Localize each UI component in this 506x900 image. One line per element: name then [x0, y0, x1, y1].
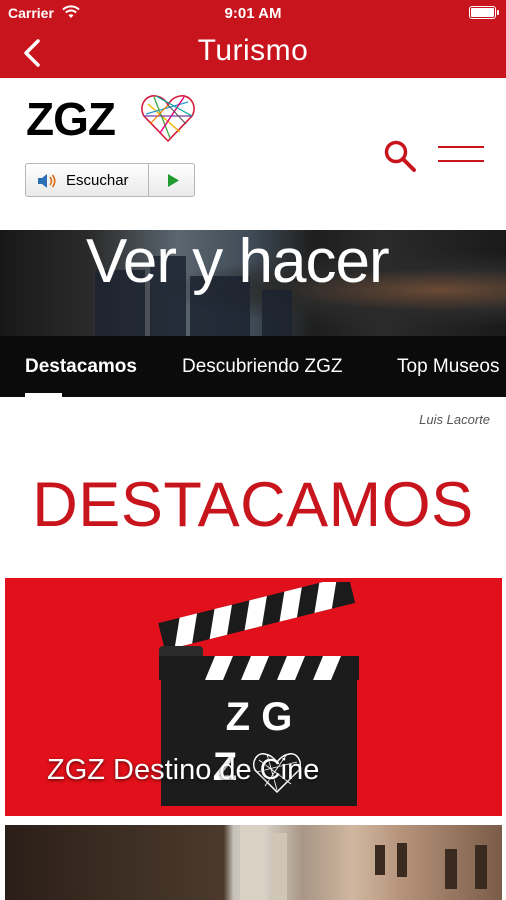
speaker-icon: [38, 174, 56, 188]
clapper-text-1: Z G: [226, 695, 293, 739]
tower-shape-2: [273, 833, 287, 900]
battery-icon: [469, 6, 499, 19]
page-title: Turismo: [197, 34, 309, 67]
banner: Ver y hacer Destacamos Descubriendo ZGZ …: [0, 230, 506, 397]
top-bar: Carrier 9:01 AM Turismo: [0, 0, 506, 78]
search-icon[interactable]: [382, 138, 418, 174]
section-title: DESTACAMOS: [32, 470, 474, 540]
clock: 9:01 AM: [224, 5, 282, 22]
zgz-logo-text: ZGZ: [26, 93, 116, 145]
play-icon[interactable]: [166, 173, 180, 188]
listen-separator: [148, 164, 149, 196]
status-bar: Carrier 9:01 AM: [0, 0, 506, 28]
banner-title: Ver y hacer: [86, 230, 390, 296]
card-zgz-destino-de-cine[interactable]: Z G Z ZGZ Destino de Cine: [5, 578, 502, 816]
listen-label: Escuchar: [66, 172, 129, 189]
listen-button[interactable]: Escuchar: [25, 163, 195, 197]
hamburger-menu-icon[interactable]: [438, 142, 484, 170]
tab-descubriendo-zgz[interactable]: Descubriendo ZGZ: [182, 356, 343, 378]
tower-shape: [240, 825, 266, 900]
tab-destacamos[interactable]: Destacamos: [25, 356, 137, 378]
card-title: ZGZ Destino de Cine: [47, 754, 320, 786]
tab-top-museos[interactable]: Top Museos: [397, 356, 499, 378]
photo-credit: Luis Lacorte: [419, 412, 490, 427]
heart-logo-icon: [141, 95, 195, 143]
active-tab-indicator: [25, 393, 62, 397]
card-next-preview[interactable]: [5, 825, 502, 900]
tab-bar: Destacamos Descubriendo ZGZ Top Museos: [0, 336, 506, 397]
